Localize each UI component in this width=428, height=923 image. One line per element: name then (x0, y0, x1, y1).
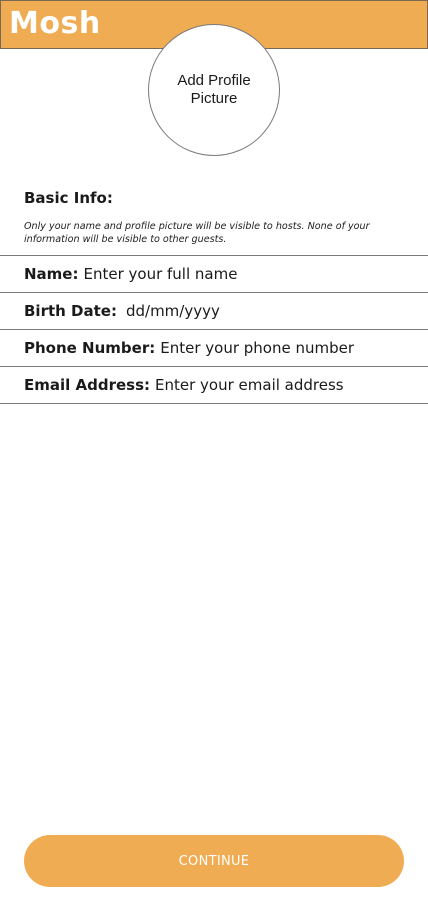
add-profile-picture-button[interactable]: Add Profile Picture (148, 24, 280, 156)
privacy-note: Only your name and profile picture will … (24, 221, 370, 245)
phone-row: Phone Number: (0, 329, 428, 366)
birth-date-input[interactable] (125, 302, 428, 320)
email-input[interactable] (155, 376, 428, 394)
name-row: Name: (0, 255, 428, 292)
continue-button[interactable]: CONTINUE (24, 835, 404, 887)
name-input[interactable] (83, 265, 428, 283)
add-profile-picture-label: Add Profile Picture (177, 72, 251, 107)
phone-input[interactable] (160, 339, 428, 357)
birth-date-label: Birth Date: (24, 302, 117, 320)
basic-info-form: Name: Birth Date: Phone Number: Email Ad… (0, 255, 428, 404)
basic-info-heading: Basic Info: (24, 189, 113, 207)
phone-label: Phone Number: (24, 339, 156, 357)
birth-date-row: Birth Date: (0, 292, 428, 329)
email-row: Email Address: (0, 366, 428, 404)
email-label: Email Address: (24, 376, 151, 394)
name-label: Name: (24, 265, 79, 283)
app-title: Mosh (9, 6, 101, 41)
